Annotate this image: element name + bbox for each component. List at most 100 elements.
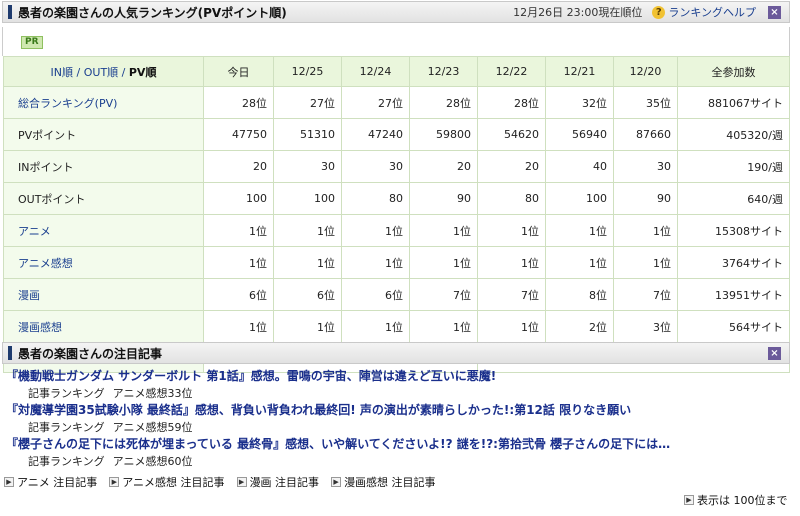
table-cell: 7位: [409, 278, 478, 311]
table-cell: 1位: [545, 214, 614, 247]
manga-featured-link[interactable]: ▶ 漫画 注目記事: [236, 474, 319, 490]
link-label: アニメ感想 注目記事: [122, 476, 225, 489]
table-cell: 7位: [613, 278, 678, 311]
table-cell: 564サイト: [677, 310, 790, 343]
table-cell: 1位: [409, 214, 478, 247]
sort-separator: /: [73, 65, 84, 79]
article-ranking-label: 記事ランキング: [28, 387, 105, 400]
manga-review-featured-link[interactable]: ▶ 漫画感想 注目記事: [331, 474, 436, 490]
table-cell: 1位: [203, 214, 274, 247]
table-cell: 47240: [341, 118, 410, 151]
column-header: 12/24: [341, 56, 410, 87]
article-list: 『機動戦士ガンダム サンダーボルト 第1話』感想。雷鳴の宇宙、陣営は違えど互いに…: [2, 368, 792, 470]
row-label: 総合ランキング(PV): [3, 86, 204, 119]
table-cell: 28位: [477, 86, 546, 119]
arrow-right-icon: ▶: [236, 477, 247, 487]
column-header: 12/22: [477, 56, 546, 87]
ranking-panel-header: 愚者の楽園さんの人気ランキング(PVポイント順) 12月26日 23:00現在順…: [2, 1, 790, 23]
table-row: INポイント 20 30 30 20 20 40 30 190/週: [3, 150, 790, 183]
table-cell: 6位: [203, 278, 274, 311]
sort-pv-current: PV順: [128, 65, 157, 79]
table-cell: 51310: [273, 118, 342, 151]
table-cell: 1位: [341, 214, 410, 247]
arrow-right-icon: ▶: [684, 495, 694, 505]
table-cell: 1位: [203, 246, 274, 279]
article-title-link[interactable]: 『櫻子さんの足下には死体が埋まっている 最終骨』感想、いや解いてくださいよ!? …: [2, 436, 792, 453]
table-cell: 30: [613, 150, 678, 183]
article-title-link[interactable]: 『機動戦士ガンダム サンダーボルト 第1話』感想。雷鳴の宇宙、陣営は違えど互いに…: [2, 368, 792, 385]
table-cell: 1位: [341, 310, 410, 343]
sort-in-link[interactable]: IN順: [51, 66, 73, 79]
article-meta: 記事ランキング アニメ感想59位: [2, 419, 792, 436]
table-cell: 28位: [409, 86, 478, 119]
anime-review-featured-link[interactable]: ▶ アニメ感想 注目記事: [109, 474, 225, 490]
table-row: 総合ランキング(PV) 28位 27位 27位 28位 28位 32位 35位 881067サイ…: [3, 86, 790, 119]
row-label-link[interactable]: アニメ: [18, 225, 51, 238]
table-cell: 190/週: [677, 150, 790, 183]
ranking-help-link[interactable]: ランキングヘルプ: [668, 4, 756, 20]
help-icon[interactable]: ?: [652, 5, 666, 19]
row-label-text: OUTポイント: [18, 192, 86, 206]
row-label-link[interactable]: 漫画感想: [18, 321, 62, 334]
article-rank: アニメ感想60位: [112, 455, 193, 468]
article-title-link[interactable]: 『対魔導学園35試験小隊 最終話』感想、背負い背負われ最終回! 声の演出が素晴ら…: [2, 402, 792, 419]
show-more-link[interactable]: ▶ 表示は 100位まで: [684, 492, 788, 508]
table-cell: 1位: [477, 214, 546, 247]
row-label-text: PVポイント: [18, 128, 77, 142]
row-label: アニメ感想: [3, 246, 204, 279]
pr-row: PR: [2, 27, 790, 56]
sort-separator: /: [118, 65, 129, 79]
column-header: 12/23: [409, 56, 478, 87]
table-cell: 1位: [273, 246, 342, 279]
table-cell: 7位: [477, 278, 546, 311]
header-marker: [8, 346, 12, 360]
table-row: アニメ感想 1位 1位 1位 1位 1位 1位 1位 3764サイト: [3, 246, 790, 279]
table-row: 漫画 6位 6位 6位 7位 7位 8位 7位 13951サイト: [3, 278, 790, 311]
articles-panel-title: 愚者の楽園さんの注目記事: [18, 346, 163, 361]
anime-featured-link[interactable]: ▶ アニメ 注目記事: [4, 474, 97, 490]
link-label: アニメ 注目記事: [17, 476, 98, 489]
table-cell: 3位: [613, 310, 678, 343]
close-icon[interactable]: ×: [768, 5, 781, 19]
row-label-link[interactable]: 総合ランキング(PV): [18, 97, 117, 110]
sort-out-link[interactable]: OUT順: [84, 66, 118, 79]
table-cell: 1位: [477, 246, 546, 279]
close-icon[interactable]: ×: [768, 346, 781, 360]
column-header: 12/21: [545, 56, 614, 87]
table-cell: 1位: [341, 246, 410, 279]
table-row: アニメ 1位 1位 1位 1位 1位 1位 1位 15308サイト: [3, 214, 790, 247]
table-row: OUTポイント 100 100 80 90 80 100 90 640/週: [3, 182, 790, 215]
table-row: 漫画感想 1位 1位 1位 1位 1位 2位 3位 564サイト: [3, 310, 790, 343]
table-cell: 32位: [545, 86, 614, 119]
table-cell: 100: [545, 182, 614, 215]
table-cell: 27位: [273, 86, 342, 119]
table-cell: 90: [409, 182, 478, 215]
table-cell: 1位: [477, 310, 546, 343]
table-cell: 30: [273, 150, 342, 183]
article-rank: アニメ感想59位: [112, 421, 193, 434]
column-header: 12/25: [273, 56, 342, 87]
table-cell: 6位: [341, 278, 410, 311]
column-header: 全参加数: [677, 56, 790, 87]
table-cell: 1位: [273, 214, 342, 247]
table-cell: 2位: [545, 310, 614, 343]
row-label: INポイント: [3, 150, 204, 183]
header-right: ×: [756, 346, 789, 360]
row-label: 漫画: [3, 278, 204, 311]
table-cell: 13951サイト: [677, 278, 790, 311]
row-label-link[interactable]: 漫画: [18, 289, 40, 302]
table-cell: 3764サイト: [677, 246, 790, 279]
table-cell: 100: [203, 182, 274, 215]
ranking-table: IN順 / OUT順 / PV順 今日 12/25 12/24 12/23 12…: [3, 56, 790, 373]
table-cell: 1位: [409, 310, 478, 343]
header-marker: [8, 5, 12, 19]
ranking-timestamp: 12月26日 23:00現在順位: [513, 6, 643, 19]
table-cell: 87660: [613, 118, 678, 151]
pr-badge[interactable]: PR: [21, 36, 43, 49]
arrow-right-icon: ▶: [109, 477, 120, 487]
table-cell: 1位: [273, 310, 342, 343]
table-cell: 59800: [409, 118, 478, 151]
table-cell: 20: [203, 150, 274, 183]
article-ranking-label: 記事ランキング: [28, 455, 105, 468]
row-label-link[interactable]: アニメ感想: [18, 257, 73, 270]
